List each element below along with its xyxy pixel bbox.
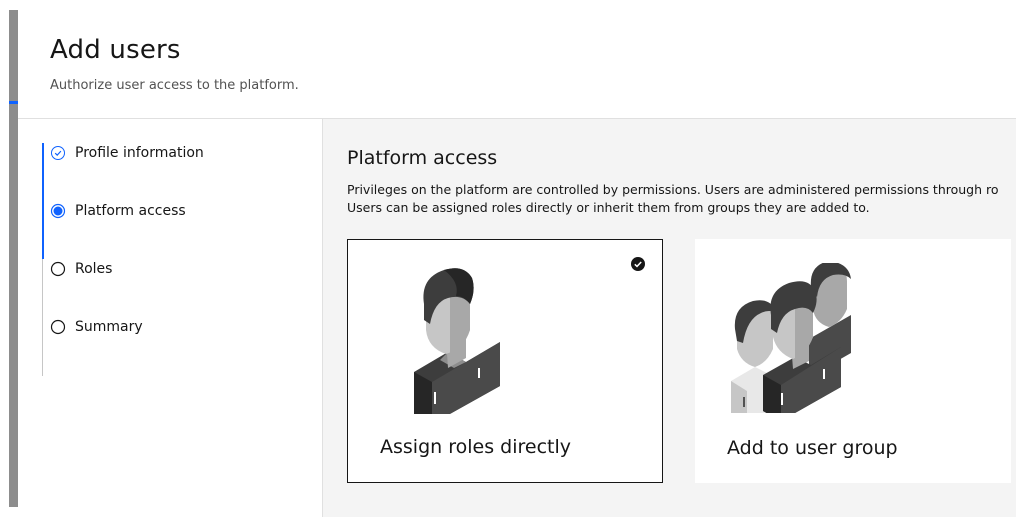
tile-label: Add to user group — [727, 437, 898, 459]
step-profile-information[interactable]: Profile information — [50, 141, 204, 165]
step-label: Platform access — [75, 203, 186, 219]
tile-add-to-user-group[interactable]: Add to user group — [695, 239, 1011, 483]
main-content: Platform access Privileges on the platfo… — [323, 119, 1016, 517]
modal-header: Add users Authorize user access to the p… — [18, 0, 1016, 119]
page-title: Add users — [50, 35, 181, 65]
user-group-icon — [731, 263, 851, 413]
step-label: Summary — [75, 319, 143, 335]
step-summary[interactable]: Summary — [50, 315, 143, 339]
tile-assign-roles-directly[interactable]: Assign roles directly — [347, 239, 663, 483]
checkmark-filled-icon — [631, 257, 645, 271]
background-page-strip — [0, 0, 18, 517]
step-platform-access[interactable]: Platform access — [50, 199, 186, 223]
section-title: Platform access — [347, 147, 498, 169]
checkmark-outline-icon — [51, 146, 65, 160]
progress-indicator: Profile information Platform access Role… — [18, 119, 323, 517]
circle-outline-icon — [50, 319, 66, 335]
page-subtitle: Authorize user access to the platform. — [50, 78, 299, 93]
tile-label: Assign roles directly — [380, 436, 571, 458]
step-label: Roles — [75, 261, 113, 277]
background-scrollbar — [9, 10, 18, 507]
single-user-icon — [414, 268, 500, 414]
description-line: Users can be assigned roles directly or … — [347, 200, 870, 215]
step-label: Profile information — [75, 145, 204, 161]
circle-outline-icon — [50, 261, 66, 277]
background-accent — [9, 101, 18, 104]
section-description: Privileges on the platform are controlle… — [347, 181, 1016, 217]
step-roles[interactable]: Roles — [50, 257, 112, 281]
progress-track-active — [42, 143, 44, 259]
current-step-icon — [50, 203, 66, 219]
description-line: Privileges on the platform are controlle… — [347, 182, 999, 197]
